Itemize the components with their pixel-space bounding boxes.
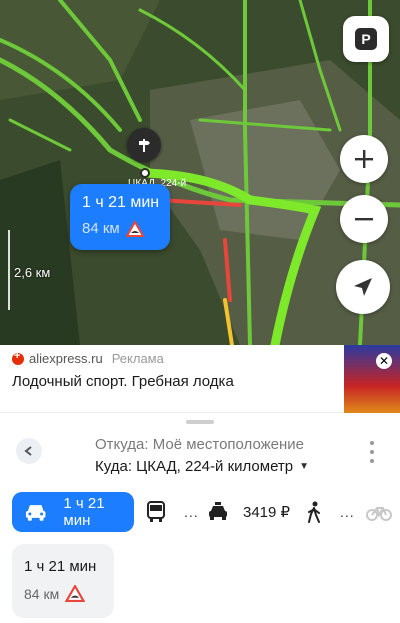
zoom-out-button[interactable] (340, 195, 388, 243)
ad-image[interactable]: ✕ (344, 345, 400, 413)
route-distance: 84 км (82, 220, 120, 237)
parking-icon: P (355, 28, 377, 50)
my-location-button[interactable] (336, 260, 390, 314)
mode-walk-time: ... (340, 504, 355, 520)
route-variant-card[interactable]: 1 ч 21 мин 84 км (12, 544, 114, 618)
map-view[interactable]: ЦКАД, 224-й P 1 ч 21 мин 84 км (0, 0, 400, 345)
ad-source: aliexpress.ru (29, 351, 103, 366)
ad-badge: Реклама (111, 351, 164, 366)
mode-bus[interactable]: ... (146, 492, 199, 532)
bus-icon (147, 501, 165, 522)
mode-walk[interactable]: ... (306, 492, 355, 532)
more-options-button[interactable] (366, 441, 378, 463)
route-bubble[interactable]: 1 ч 21 мин 84 км (70, 184, 170, 250)
back-button[interactable] (16, 438, 42, 464)
map-scale-bar (8, 230, 10, 310)
plus-icon (355, 150, 373, 168)
parking-button[interactable]: P (343, 16, 389, 62)
road-bumps-warning-icon (125, 220, 144, 237)
pedestrian-icon (308, 501, 320, 523)
navigation-arrow-icon (354, 278, 372, 296)
road-bumps-warning-icon (65, 585, 86, 602)
signpost-icon (139, 139, 150, 152)
aliexpress-logo-icon (12, 350, 24, 365)
transport-modes: 1 ч 21 мин ... 3419 ₽ ... (12, 492, 400, 532)
route-sheet: Откуда: Моё местоположение Куда: ЦКАД, 2… (0, 413, 400, 623)
zoom-in-button[interactable] (340, 135, 388, 183)
car-icon (25, 505, 46, 521)
map-scale-label: 2,6 км (14, 265, 51, 280)
bicycle-icon (366, 507, 392, 521)
ad-title: Лодочный спорт. Гребная лодка (12, 373, 234, 390)
mode-bike[interactable] (366, 492, 392, 532)
mode-car[interactable]: 1 ч 21 мин (12, 492, 134, 532)
minus-icon (355, 218, 373, 221)
route-to[interactable]: Куда: ЦКАД, 224-й километр ▼ (95, 458, 309, 475)
route-to-label: Куда: ЦКАД, 224-й километр (95, 458, 294, 475)
sheet-drag-handle[interactable] (186, 420, 214, 424)
destination-pin[interactable] (127, 128, 161, 162)
dropdown-caret-icon: ▼ (299, 461, 310, 472)
route-time: 1 ч 21 мин (82, 194, 160, 211)
taxi-icon (209, 502, 227, 520)
mode-taxi-price: 3419 ₽ (243, 504, 291, 521)
mode-taxi[interactable]: 3419 ₽ (207, 492, 290, 532)
mode-bus-time: ... (184, 504, 199, 520)
chevron-left-icon (24, 446, 32, 456)
variant-time: 1 ч 21 мин (24, 558, 97, 575)
mode-car-time: 1 ч 21 мин (63, 495, 105, 529)
variant-distance: 84 км (24, 585, 60, 602)
ad-banner[interactable]: aliexpress.ru Реклама Лодочный спорт. Гр… (0, 345, 400, 413)
route-from[interactable]: Откуда: Моё местоположение (95, 436, 304, 453)
ad-close-button[interactable]: ✕ (376, 353, 392, 369)
